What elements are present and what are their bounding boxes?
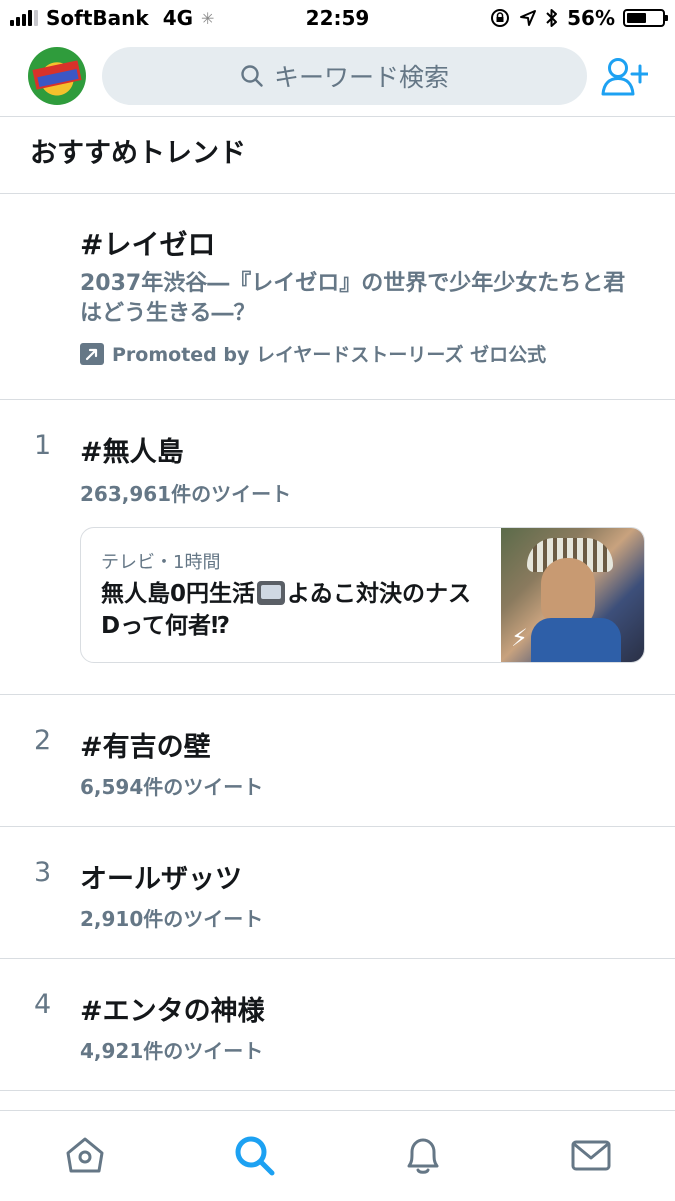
trend-tweet-count: 2,910件のツイート: [80, 907, 264, 931]
bluetooth-icon: [546, 9, 558, 27]
news-card-thumbnail: ⚡: [501, 528, 644, 662]
trend-rank: 1: [34, 430, 52, 461]
trend-name: オールザッツ: [80, 864, 242, 895]
promoted-arrow-icon: [80, 342, 104, 365]
trend-tweet-count: 263,961件のツイート: [80, 482, 292, 506]
promoted-by-label: Promoted by レイヤードストーリーズ ゼロ公式: [112, 344, 547, 366]
search-placeholder: キーワード検索: [273, 63, 449, 92]
promoted-trend-title: #レイゼロ: [80, 228, 216, 261]
trend-item[interactable]: 1 #無人島 263,961件のツイート テレビ・1時間 無人島0円生活 よゐこ対…: [0, 400, 675, 695]
trend-item[interactable]: 4 #エンタの神様 4,921件のツイート: [0, 959, 675, 1091]
trend-name: #有吉の壁: [80, 732, 211, 763]
notifications-icon[interactable]: [401, 1133, 445, 1177]
trend-item[interactable]: 3 オールザッツ 2,910件のツイート: [0, 827, 675, 959]
status-bar: SoftBank 4G ✳ 22:59 56%: [0, 0, 675, 38]
messages-icon[interactable]: [569, 1133, 613, 1177]
promoted-trend-description: 2037年渋谷―『レイゼロ』の世界で少年少女たちと君はどう生きる―？: [80, 271, 626, 326]
trend-name: #エンタの神様: [80, 996, 265, 1027]
top-bar: キーワード検索: [0, 38, 675, 117]
trend-rank: 4: [34, 989, 52, 1020]
location-icon: [520, 10, 537, 26]
battery-percent: 56%: [567, 6, 615, 30]
home-icon[interactable]: [63, 1133, 107, 1177]
trend-rank: 3: [34, 857, 52, 888]
trend-tweet-count: 6,594件のツイート: [80, 775, 264, 799]
trend-tweet-count: 4,921件のツイート: [80, 1039, 264, 1063]
news-card[interactable]: テレビ・1時間 無人島0円生活 よゐこ対決のナスDって何者⁉︎ ⚡: [80, 527, 645, 663]
news-card-meta: テレビ・1時間: [101, 552, 221, 573]
tab-bar: [0, 1110, 675, 1201]
television-icon: [257, 581, 286, 605]
news-card-headline: 無人島0円生活 よゐこ対決のナスDって何者⁉︎: [101, 581, 472, 639]
lightning-icon: ⚡: [511, 624, 528, 652]
search-icon[interactable]: [232, 1133, 276, 1177]
search-icon: [241, 65, 263, 87]
trend-name: #無人島: [80, 437, 184, 468]
trend-item[interactable]: 2 #有吉の壁 6,594件のツイート: [0, 695, 675, 827]
avatar[interactable]: [28, 47, 86, 105]
rotation-lock-icon: [491, 9, 510, 27]
section-title: おすすめトレンド: [0, 116, 675, 194]
search-bar[interactable]: キーワード検索: [102, 47, 587, 105]
trend-rank: 2: [34, 725, 52, 756]
battery-icon: [623, 9, 668, 27]
add-user-button[interactable]: [600, 56, 648, 98]
promoted-trend[interactable]: #レイゼロ 2037年渋谷―『レイゼロ』の世界で少年少女たちと君はどう生きる―？…: [0, 195, 675, 400]
